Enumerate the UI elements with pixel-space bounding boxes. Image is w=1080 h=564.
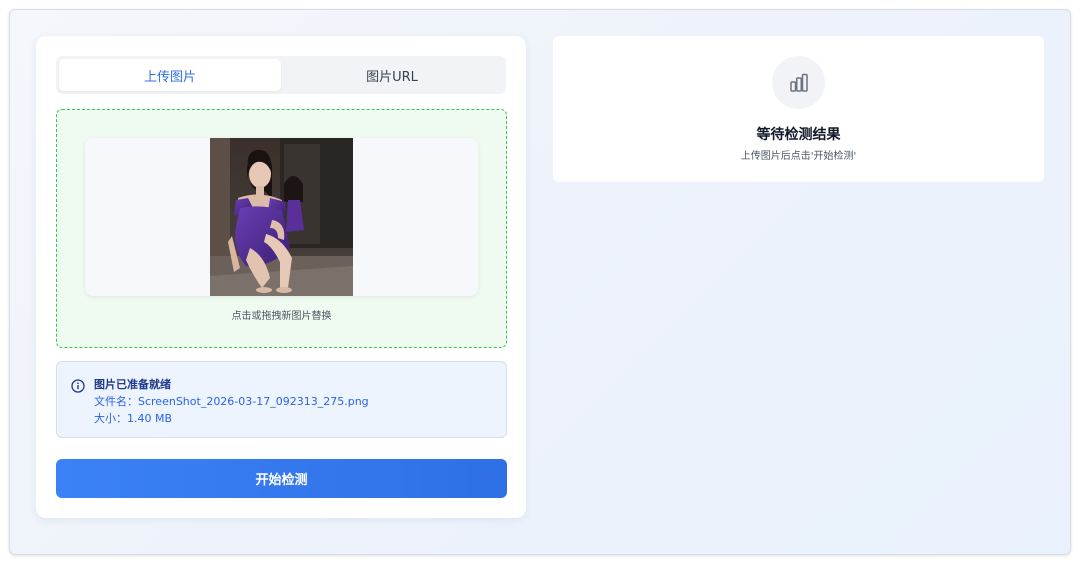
photo-preview: [210, 138, 353, 296]
tab-upload-image[interactable]: 上传图片: [59, 59, 281, 91]
dropzone-hint: 点击或拖拽新图片替换: [231, 311, 332, 322]
result-status-title: 等待检测结果: [756, 127, 841, 143]
app-window: 上传图片 图片URL 点击或拖拽新图片替换 图片已准备就绪 文件名：Screen…: [9, 9, 1071, 555]
start-detection-button[interactable]: 开始检测: [56, 459, 507, 498]
image-preview-frame: [85, 138, 478, 296]
file-name-text: 文件名：ScreenShot_2026-03-17_092313_275.png: [94, 395, 369, 408]
file-ready-title: 图片已准备就绪: [94, 378, 171, 391]
file-info-box: 图片已准备就绪 文件名：ScreenShot_2026-03-17_092313…: [56, 361, 507, 438]
result-status-subtitle: 上传图片后点击'开始检测': [740, 151, 857, 162]
info-icon: [71, 378, 85, 393]
image-dropzone[interactable]: 点击或拖拽新图片替换: [56, 109, 507, 348]
upload-panel: 上传图片 图片URL 点击或拖拽新图片替换 图片已准备就绪 文件名：Screen…: [36, 36, 526, 518]
file-size-text: 大小：1.40 MB: [94, 412, 173, 425]
bar-chart-icon: [772, 56, 825, 109]
result-panel: 等待检测结果 上传图片后点击'开始检测': [553, 36, 1044, 182]
source-tabs: 上传图片 图片URL: [56, 56, 506, 94]
tab-image-url[interactable]: 图片URL: [281, 59, 503, 91]
